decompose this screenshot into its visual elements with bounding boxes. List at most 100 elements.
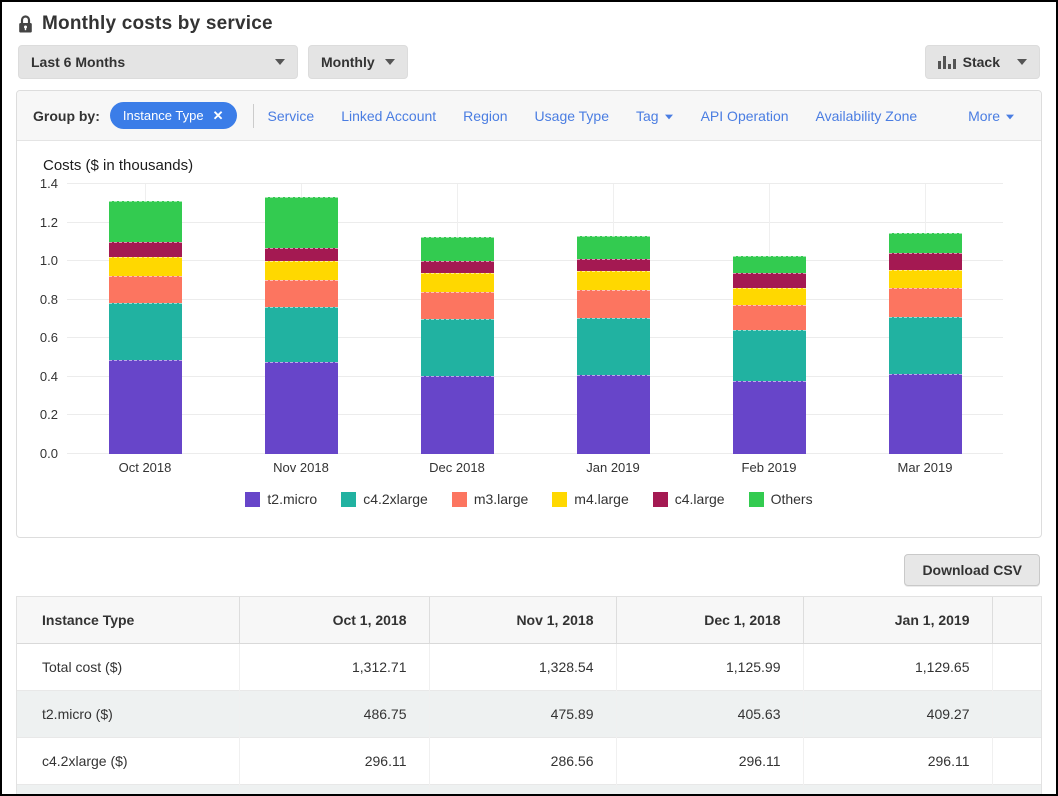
bar-columns — [67, 184, 1003, 454]
cost-table-body: Total cost ($)1,312.711,328.541,125.991,… — [17, 644, 1041, 794]
bar-segment-c4-2xlarge[interactable] — [109, 303, 182, 360]
group-by-option-more[interactable]: More — [968, 102, 1015, 130]
csv-row: Download CSV — [18, 554, 1040, 586]
stacked-bar[interactable] — [421, 237, 494, 454]
bar-column-dec-2018 — [379, 184, 535, 454]
active-filter-label: Instance Type — [123, 108, 204, 123]
legend-item-others: Others — [749, 491, 813, 507]
group-by-option-label: API Operation — [701, 108, 789, 124]
bar-segment-m3-large[interactable] — [109, 276, 182, 303]
cost-cell: 1,312.71 — [239, 644, 429, 691]
cost-cell: 296.11 — [803, 738, 992, 785]
bar-segment-m4-large[interactable] — [109, 257, 182, 276]
active-filter-pill[interactable]: Instance Type ✕ — [110, 102, 237, 129]
bar-segment-m4-large[interactable] — [265, 261, 338, 280]
granularity-label: Monthly — [321, 54, 375, 70]
group-by-option-availability-zone[interactable]: Availability Zone — [816, 102, 918, 130]
bar-segment-others[interactable] — [577, 236, 650, 259]
group-by-option-linked-account[interactable]: Linked Account — [341, 102, 436, 130]
bar-segment-t2-micro[interactable] — [577, 375, 650, 454]
x-tick-label: Nov 2018 — [223, 460, 379, 475]
stacked-bar[interactable] — [109, 201, 182, 454]
bar-segment-c4-large[interactable] — [109, 242, 182, 257]
bar-segment-m4-large[interactable] — [889, 270, 962, 288]
bar-segment-m4-large[interactable] — [733, 288, 806, 305]
bar-segment-c4-large[interactable] — [421, 261, 494, 273]
bar-segment-m4-large[interactable] — [421, 273, 494, 292]
group-by-option-usage-type[interactable]: Usage Type — [535, 102, 609, 130]
group-by-option-tag[interactable]: Tag — [636, 102, 674, 130]
stacked-bar[interactable] — [265, 197, 338, 454]
bar-segment-c4-large[interactable] — [733, 273, 806, 288]
bar-segment-c4-2xlarge[interactable] — [421, 319, 494, 376]
cost-cell — [803, 785, 992, 794]
bar-segment-others[interactable] — [421, 237, 494, 261]
group-by-option-service[interactable]: Service — [268, 102, 315, 130]
bar-segment-t2-micro[interactable] — [889, 374, 962, 454]
bar-segment-m3-large[interactable] — [577, 290, 650, 318]
bar-segment-m3-large[interactable] — [889, 288, 962, 317]
legend-label: m3.large — [474, 491, 528, 507]
cost-cell: 296.11 — [239, 738, 429, 785]
bar-segment-m3-large[interactable] — [421, 292, 494, 319]
date-range-label: Last 6 Months — [31, 54, 125, 70]
bar-segment-c4-large[interactable] — [889, 253, 962, 270]
stacked-bar[interactable] — [733, 256, 806, 454]
group-by-option-region[interactable]: Region — [463, 102, 507, 130]
bar-segment-others[interactable] — [889, 233, 962, 253]
chart-panel: Group by: Instance Type ✕ Service Linked … — [16, 90, 1042, 538]
empty-cell — [992, 691, 1041, 738]
bar-segment-m3-large[interactable] — [733, 305, 806, 330]
row-label: c4.2xlarge ($) — [17, 738, 239, 785]
group-by-bar: Group by: Instance Type ✕ Service Linked … — [17, 91, 1041, 141]
group-by-option-api-operation[interactable]: API Operation — [701, 102, 789, 130]
bar-column-feb-2019 — [691, 184, 847, 454]
bar-segment-others[interactable] — [109, 201, 182, 242]
cost-cell: 475.89 — [429, 691, 616, 738]
date-range-button[interactable]: Last 6 Months — [18, 45, 298, 79]
stacked-bar[interactable] — [577, 236, 650, 454]
legend-swatch — [341, 492, 356, 507]
bar-segment-c4-2xlarge[interactable] — [577, 318, 650, 375]
legend-swatch — [245, 492, 260, 507]
y-tick-label: 0.0 — [40, 446, 58, 461]
x-tick-label: Oct 2018 — [67, 460, 223, 475]
cost-cell — [239, 785, 429, 794]
bar-segment-t2-micro[interactable] — [421, 376, 494, 454]
bar-segment-c4-2xlarge[interactable] — [889, 317, 962, 374]
download-csv-button[interactable]: Download CSV — [904, 554, 1040, 586]
legend-item-c4-2xlarge: c4.2xlarge — [341, 491, 428, 507]
report-header: Monthly costs by service — [18, 10, 1040, 38]
x-tick-label: Dec 2018 — [379, 460, 535, 475]
cost-cell: 409.27 — [803, 691, 992, 738]
row-label: t2.micro ($) — [17, 691, 239, 738]
granularity-button[interactable]: Monthly — [308, 45, 408, 79]
bar-segment-others[interactable] — [733, 256, 806, 273]
bar-segment-m3-large[interactable] — [265, 280, 338, 307]
chart-style-button[interactable]: Stack — [925, 45, 1040, 79]
remove-filter-icon[interactable]: ✕ — [213, 109, 224, 122]
bar-segment-others[interactable] — [265, 197, 338, 248]
cost-cell: 1,125.99 — [616, 644, 803, 691]
chart-plot — [67, 184, 1003, 454]
lock-icon — [18, 15, 33, 34]
stacked-bar[interactable] — [889, 233, 962, 454]
group-by-option-label: Linked Account — [341, 108, 436, 124]
group-by-label: Group by: — [33, 108, 100, 124]
y-tick-label: 0.4 — [40, 369, 58, 384]
group-by-option-label: Availability Zone — [816, 108, 918, 124]
bar-segment-c4-large[interactable] — [577, 259, 650, 271]
column-header — [992, 597, 1041, 644]
bar-segment-t2-micro[interactable] — [265, 362, 338, 454]
legend-item-t2-micro: t2.micro — [245, 491, 317, 507]
bar-segment-m4-large[interactable] — [577, 271, 650, 290]
legend-label: c4.large — [675, 491, 725, 507]
chevron-down-icon — [385, 59, 395, 65]
bar-segment-t2-micro[interactable] — [109, 360, 182, 454]
bar-segment-c4-2xlarge[interactable] — [265, 307, 338, 362]
group-by-options: Service Linked Account Region Usage Type Tag… — [268, 102, 1025, 130]
bar-segment-t2-micro[interactable] — [733, 381, 806, 454]
chart-title: Costs ($ in thousands) — [43, 157, 1041, 177]
bar-segment-c4-large[interactable] — [265, 248, 338, 261]
bar-segment-c4-2xlarge[interactable] — [733, 330, 806, 381]
